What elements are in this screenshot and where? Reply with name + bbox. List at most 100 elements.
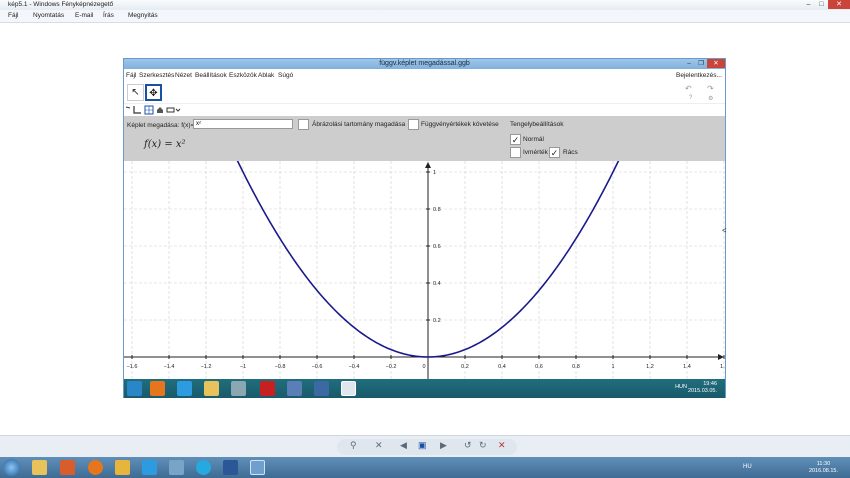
x-tick-label: 1.4	[683, 364, 691, 370]
actual-size-icon[interactable]: ✕	[375, 440, 383, 451]
undo-icon[interactable]: ↶	[685, 84, 692, 93]
formula-input[interactable]	[193, 119, 293, 129]
app-menu-tools[interactable]: Eszközök	[229, 72, 257, 79]
inner-time: 19:46	[703, 381, 717, 387]
next-arrow-icon[interactable]: <	[722, 226, 727, 235]
skype-icon[interactable]	[196, 460, 211, 475]
normal-checkbox[interactable]: ✓	[510, 134, 521, 145]
network-icon	[231, 381, 246, 396]
minimize-button[interactable]: –	[802, 0, 815, 9]
x-tick-label: 1.2	[646, 364, 654, 370]
login-link[interactable]: Bejelentkezés...	[676, 72, 722, 79]
folder-icon	[204, 381, 219, 396]
domain-checkbox[interactable]	[298, 119, 309, 130]
formula-label: Képlet megadása: f(x)=	[127, 122, 195, 129]
delete-icon[interactable]: ✕	[498, 440, 506, 451]
move-tool-icon[interactable]: ↖	[127, 84, 144, 101]
app-menu-options[interactable]: Beállítások	[195, 72, 227, 79]
geogebra-window: függv.képlet megadással.ggb – ❐ ✕ Fájl S…	[123, 58, 728, 398]
follow-label: Függvényértékek követése	[421, 121, 499, 128]
menu-print[interactable]: Nyomtatás	[33, 12, 64, 19]
menu-open[interactable]: Megnyitás	[128, 12, 158, 19]
unit-checkbox[interactable]	[510, 147, 521, 158]
clock-date: 2016.08.15.	[808, 468, 838, 474]
paint-icon[interactable]	[115, 460, 130, 475]
unit-label: Ivmérték	[523, 149, 548, 156]
rotate-right-icon[interactable]: ↻	[479, 440, 487, 451]
geogebra-icon	[341, 381, 356, 396]
grid-checkbox[interactable]: ✓	[549, 147, 560, 158]
graphics-view[interactable]: −1.6 −1.4 −1.2 −1 −0.8 −0.6 −0.4 −0.2 0 0.2 0.4 0.6…	[124, 158, 728, 379]
x-tick-label: 0.2	[461, 364, 469, 370]
viewer-menu-bar: Fájl Nyomtatás E-mail Írás Megnyitás	[0, 10, 850, 23]
viewer-icon	[314, 381, 329, 396]
explorer-icon[interactable]	[32, 460, 47, 475]
x-tick-label: −0.2	[386, 364, 397, 370]
word-icon[interactable]	[223, 460, 238, 475]
move-graphics-tool-icon[interactable]: ✥	[145, 84, 162, 101]
redo-icon[interactable]: ↷	[707, 84, 714, 93]
x-axis-arrow	[718, 354, 724, 360]
menu-email[interactable]: E-mail	[75, 12, 93, 19]
function-plot: −1.6 −1.4 −1.2 −1 −0.8 −0.6 −0.4 −0.2 0 0.2 0.4 0.6…	[124, 158, 728, 379]
grid-label: Rács	[563, 149, 578, 156]
media-icon[interactable]	[60, 460, 75, 475]
y-tick-label: 0.4	[433, 281, 441, 287]
y-tick-label: 0.2	[433, 318, 441, 324]
start-button-icon[interactable]	[3, 459, 20, 476]
x-tick-label: −1.6	[127, 364, 138, 370]
inner-lang: HUN	[675, 384, 687, 390]
next-icon[interactable]: ▶	[440, 440, 447, 451]
help-icon[interactable]: ?	[689, 95, 692, 101]
app-icon	[287, 381, 302, 396]
app-menu-file[interactable]: Fájl	[126, 72, 136, 79]
domain-label: Ábrázolási tartomány magadása	[312, 121, 406, 128]
follow-checkbox[interactable]	[408, 119, 419, 130]
y-tick-label: 1	[433, 170, 436, 176]
app-menu-view[interactable]: Nézet	[175, 72, 192, 79]
x-tick-label: 0.6	[535, 364, 543, 370]
x-tick-label: −1	[240, 364, 246, 370]
app-menu-window[interactable]: Ablak	[258, 72, 274, 79]
language-indicator[interactable]: HU	[743, 464, 752, 470]
system-clock[interactable]: 11:30 2016.08.15.	[809, 461, 838, 475]
y-tick-label: 0.8	[433, 207, 441, 213]
axis-settings-title: Tengelybeállítások	[510, 121, 564, 128]
network-taskbar-icon[interactable]	[169, 460, 184, 475]
x-tick-label: 0	[422, 364, 425, 370]
inner-clock: 19:46 2015.03.05.	[688, 381, 717, 395]
settings-icon[interactable]: ⚙	[708, 95, 713, 102]
app-close-button[interactable]: ✕	[707, 59, 725, 68]
style-bar-icons[interactable]	[124, 105, 194, 115]
zoom-icon[interactable]: ⚲	[350, 440, 357, 451]
ie-taskbar-icon[interactable]	[142, 460, 157, 475]
x-tick-label: −0.8	[275, 364, 286, 370]
geogebra-title: függv.képlet megadással.ggb	[379, 60, 470, 67]
app-minimize-button[interactable]: –	[683, 59, 695, 68]
slideshow-icon[interactable]: ▣	[418, 440, 427, 451]
firefox-taskbar-icon[interactable]	[88, 460, 103, 475]
app-menu-edit[interactable]: Szerkesztés	[139, 72, 174, 79]
normal-label: Normál	[523, 136, 544, 143]
x-tick-label: −0.6	[312, 364, 323, 370]
maximize-button[interactable]: □	[815, 0, 828, 9]
clock-time: 11:30	[816, 461, 831, 467]
close-button[interactable]: ✕	[828, 0, 850, 9]
geogebra-title-bar: függv.képlet megadással.ggb – ❐ ✕	[124, 59, 725, 69]
menu-file[interactable]: Fájl	[8, 12, 18, 19]
x-tick-label: 1	[611, 364, 614, 370]
app-restore-button[interactable]: ❐	[695, 59, 707, 68]
photo-viewer-taskbar-icon[interactable]	[250, 460, 265, 475]
pdf-icon	[260, 381, 275, 396]
x-tick-label: 0.8	[572, 364, 580, 370]
inner-date: 2015.03.05.	[687, 388, 717, 394]
app-menu-help[interactable]: Súgó	[278, 72, 293, 79]
x-tick-label: −1.2	[201, 364, 212, 370]
rotate-left-icon[interactable]: ↺	[464, 440, 472, 451]
menu-burn[interactable]: Írás	[103, 12, 114, 19]
previous-icon[interactable]: ◀	[400, 440, 407, 451]
viewer-title: kép5.1 - Windows Fényképnézegető	[8, 1, 114, 8]
formula-panel: Képlet megadása: f(x)= Ábrázolási tartom…	[124, 116, 725, 161]
navigation-group	[337, 439, 517, 455]
start-icon	[127, 381, 142, 396]
